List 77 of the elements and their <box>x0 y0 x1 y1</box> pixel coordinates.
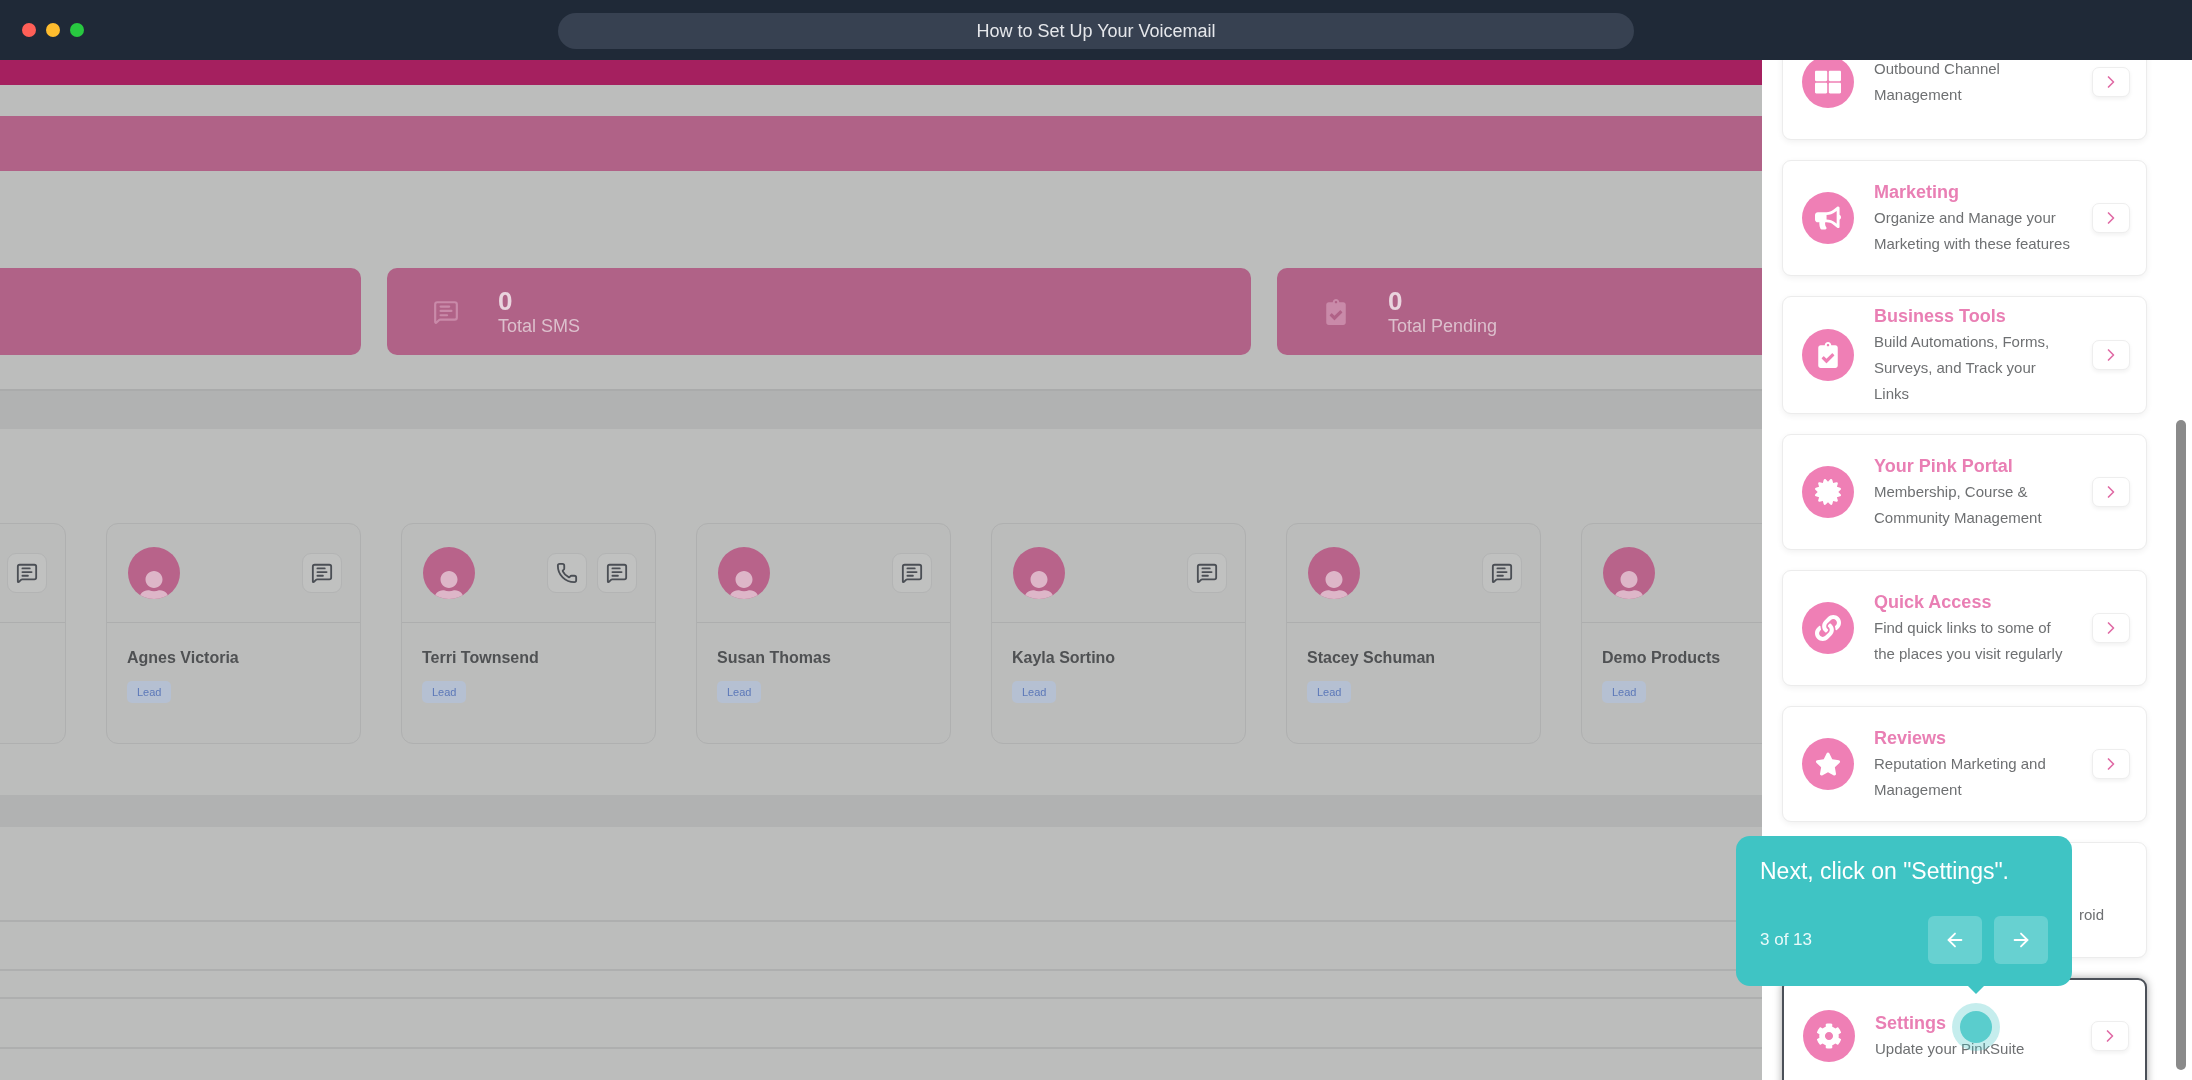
close-button[interactable] <box>22 23 36 37</box>
contact-tag: Lead <box>422 681 467 703</box>
chat-button[interactable] <box>7 553 47 593</box>
step-counter: 3 of 13 <box>1760 930 1813 950</box>
contact-card[interactable]: Demo Products Lead <box>1581 523 1762 744</box>
card-description: roid <box>2079 905 2104 923</box>
call-button[interactable] <box>547 553 587 593</box>
chat-icon <box>1196 562 1218 584</box>
contact-name: Stacey Schuman <box>1307 649 1436 667</box>
card-title: Marketing <box>1874 181 1960 204</box>
stat-value: 0 <box>1388 286 1404 315</box>
contact-card[interactable]: Agnes Victoria Lead <box>106 523 361 744</box>
card-title: Your Pink Portal <box>1874 455 2013 478</box>
maximize-button[interactable] <box>70 23 84 37</box>
card-description: Update your PinkSuite <box>1875 1039 2026 1059</box>
avatar-icon <box>1013 547 1065 599</box>
chat-icon <box>901 562 923 584</box>
card-description: Outbound Channel Management <box>1874 60 2001 105</box>
contact-card[interactable]: Kayla Sortino Lead <box>991 523 1246 744</box>
menu-card[interactable]: Your Pink Portal Membership, Course & Community Management <box>1782 434 2147 550</box>
card-description: Reputation Marketing and Management <box>1874 754 2047 800</box>
contact-card[interactable]: Stacey Schuman Lead <box>1286 523 1541 744</box>
chat-icon <box>311 562 333 584</box>
contact-tag: Lead <box>717 681 762 703</box>
menu-card[interactable]: Marketing Organize and Manage your Marketing with these features <box>1782 160 2147 276</box>
menu-card[interactable]: Quick Access Find quick links to some of the places you visit regularly <box>1782 570 2147 686</box>
chat-button[interactable] <box>1482 553 1522 593</box>
contact-card[interactable]: Susan Thomas Lead <box>696 523 951 744</box>
avatar-icon <box>423 547 475 599</box>
menu-card[interactable]: Reviews Reputation Marketing and Management <box>1782 706 2147 822</box>
phone-icon <box>556 562 578 584</box>
card-title: Settings <box>1875 1012 1946 1035</box>
contact-name: Kayla Sortino <box>1012 649 1116 667</box>
stat-value: 0 <box>498 286 514 315</box>
contact-name: Agnes Victoria <box>127 649 239 667</box>
card-title: Business Tools <box>1874 305 2006 328</box>
contact-name: Terri Townsend <box>422 649 539 667</box>
card-description: Find quick links to some of the places you visit regularly <box>1874 618 2064 664</box>
card-title: Quick Access <box>1874 591 1992 614</box>
megaphone-icon <box>1802 192 1854 244</box>
contact-tag: Lead <box>1307 681 1352 703</box>
avatar-icon <box>1308 547 1360 599</box>
avatar-icon <box>718 547 770 599</box>
contact-name: Demo Products <box>1602 649 1721 667</box>
menu-card[interactable]: Settings Update your PinkSuite <box>1782 978 2147 1080</box>
contact-tag: Lead <box>1012 681 1057 703</box>
chat-button[interactable] <box>597 553 637 593</box>
card-description: Membership, Course & Community Management <box>1874 482 2043 528</box>
menu-card[interactable]: Outbound Channel Management <box>1782 60 2147 140</box>
chat-button[interactable] <box>892 553 932 593</box>
grid-icon <box>1802 60 1854 108</box>
contact-tag: Lead <box>1602 681 1647 703</box>
minimize-button[interactable] <box>46 23 60 37</box>
chat-icon <box>16 562 38 584</box>
card-title: Reviews <box>1874 727 1947 750</box>
stat-label: Total SMS <box>498 314 581 337</box>
card-description: Organize and Manage your Marketing with these features <box>1874 208 2071 254</box>
menu-card[interactable]: Business Tools Build Automations, Forms, Surveys, and Track your Links <box>1782 296 2147 414</box>
contact-name: Susan Thomas <box>717 649 831 667</box>
clipboard-icon <box>1323 298 1349 325</box>
chat-button[interactable] <box>302 553 342 593</box>
contact-tag: Lead <box>127 681 172 703</box>
window-title: How to Set Up Your Voicemail <box>558 13 1634 49</box>
clipboard-check-icon <box>1802 329 1854 381</box>
settings-icon <box>1803 1010 1855 1062</box>
chat-icon <box>606 562 628 584</box>
card-description: Build Automations, Forms, Surveys, and Track your Links <box>1874 332 2051 404</box>
avatar-icon <box>128 547 180 599</box>
contact-card[interactable]: Terri Townsend Lead <box>401 523 656 744</box>
avatar-icon <box>1603 547 1655 599</box>
chat-button[interactable] <box>1187 553 1227 593</box>
stat-label: Total Pending <box>1388 314 1498 337</box>
link-icon <box>1802 602 1854 654</box>
tooltip-text: Next, click on "Settings". <box>1760 858 2010 885</box>
message-icon <box>433 298 459 325</box>
seal-icon <box>1802 466 1854 518</box>
chat-icon <box>1491 562 1513 584</box>
